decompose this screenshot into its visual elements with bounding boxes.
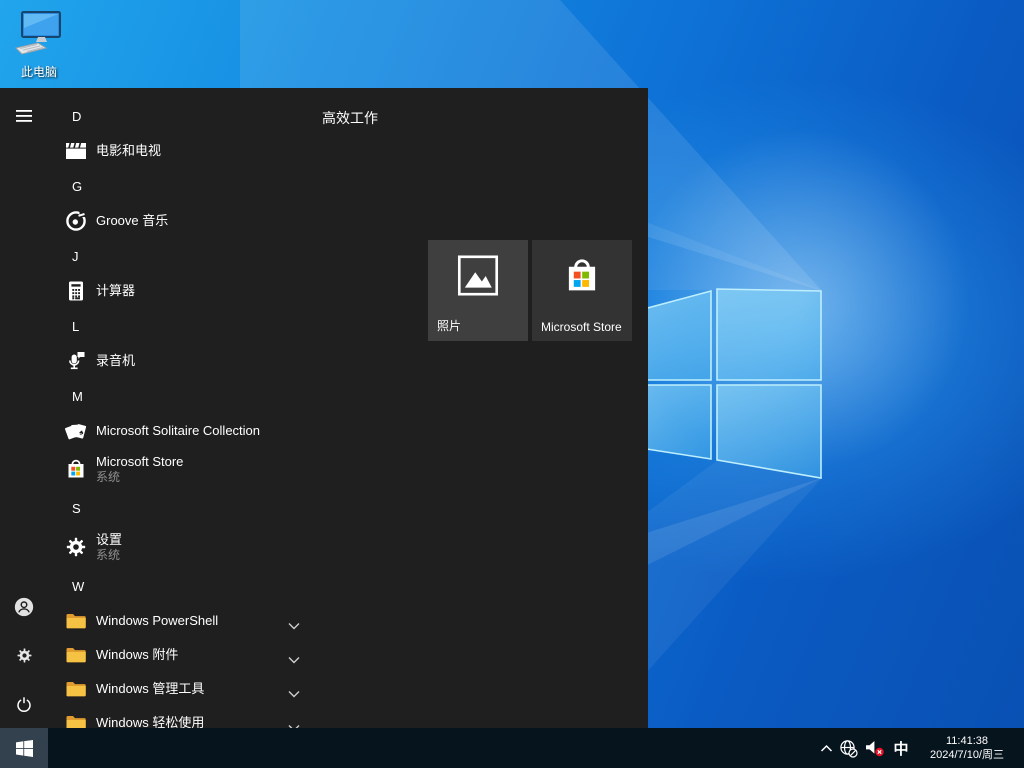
gear-icon xyxy=(15,646,34,665)
volume-button[interactable] xyxy=(861,728,888,768)
folder-icon xyxy=(64,643,88,667)
app-list: D 电影和电视 G Groove 音乐 J 计算器 L 录音机 M ♠ Microsoft… xyxy=(48,98,420,728)
app-list-letter-j[interactable]: J xyxy=(48,238,420,274)
letter-header-label: G xyxy=(72,179,82,194)
power-button[interactable] xyxy=(0,684,48,724)
chevron-down-icon xyxy=(288,656,300,664)
voice-recorder-icon xyxy=(64,349,88,373)
letter-header-label: J xyxy=(72,249,79,264)
app-list-item-voice-recorder[interactable]: 录音机 xyxy=(48,344,420,378)
tray-expand-button[interactable] xyxy=(816,728,836,768)
taskbar: 中 11:41:38 2024/7/10/周三 xyxy=(0,728,1024,768)
clock[interactable]: 11:41:38 2024/7/10/周三 xyxy=(914,728,1020,768)
tile-photos[interactable]: 照片 xyxy=(428,240,528,341)
app-list-item-settings[interactable]: 设置系统 xyxy=(48,526,420,568)
app-list-item-calculator[interactable]: 计算器 xyxy=(48,274,420,308)
clock-date: 2024/7/10/周三 xyxy=(930,748,1004,762)
chevron-up-icon xyxy=(820,744,833,753)
expand-menu-button[interactable] xyxy=(0,96,48,136)
app-list-letter-s[interactable]: S xyxy=(48,490,420,526)
app-item-label: Microsoft Store xyxy=(96,454,183,470)
folder-expand-button[interactable] xyxy=(288,617,300,625)
tile-microsoft-store[interactable]: Microsoft Store xyxy=(532,240,632,341)
windows-logo-icon xyxy=(16,740,33,757)
this-pc-icon xyxy=(14,10,64,56)
desktop-icon-label: 此电脑 xyxy=(8,63,70,80)
app-list-folder-windows-powershell[interactable]: Windows PowerShell xyxy=(48,604,420,638)
app-item-label: Groove 音乐 xyxy=(96,213,168,229)
app-item-sublabel: 系统 xyxy=(96,470,183,484)
calculator-icon xyxy=(64,279,88,303)
app-item-label: 设置 xyxy=(96,532,122,548)
desktop-icon-this-pc[interactable]: 此电脑 xyxy=(8,10,70,80)
chevron-down-icon xyxy=(288,622,300,630)
app-list-letter-m[interactable]: M xyxy=(48,378,420,414)
groove-music-icon xyxy=(64,209,88,233)
hamburger-icon xyxy=(16,110,32,122)
store-icon xyxy=(64,457,88,481)
app-list-folder-windows-accessories[interactable]: Windows 附件 xyxy=(48,638,420,672)
network-status-button[interactable] xyxy=(836,728,861,768)
app-list-letter-w[interactable]: W xyxy=(48,568,420,604)
folder-icon xyxy=(64,711,88,728)
letter-header-label: D xyxy=(72,109,81,124)
user-icon xyxy=(13,596,35,618)
app-list-letter-g[interactable]: G xyxy=(48,168,420,204)
folder-icon xyxy=(64,609,88,633)
clock-time: 11:41:38 xyxy=(930,734,1004,748)
photos-icon xyxy=(456,254,500,298)
store-icon xyxy=(561,255,603,297)
letter-header-label: L xyxy=(72,319,79,334)
system-tray: 中 11:41:38 2024/7/10/周三 xyxy=(816,728,1024,768)
letter-header-label: S xyxy=(72,501,81,516)
app-item-label: Microsoft Solitaire Collection xyxy=(96,423,260,439)
app-list-item-solitaire-collection[interactable]: ♠ Microsoft Solitaire Collection xyxy=(48,414,420,448)
rail-settings-button[interactable] xyxy=(0,635,48,675)
app-item-sublabel: 系统 xyxy=(96,548,122,562)
start-menu-rail xyxy=(0,88,48,728)
settings-icon xyxy=(64,535,88,559)
app-list-folder-windows-admin-tools[interactable]: Windows 管理工具 xyxy=(48,672,420,706)
app-item-label: 录音机 xyxy=(96,353,135,369)
tile-label: 照片 xyxy=(437,317,461,334)
start-button[interactable] xyxy=(0,728,48,768)
letter-header-label: M xyxy=(72,389,83,404)
network-no-internet-icon xyxy=(839,739,858,758)
app-item-label: Windows 管理工具 xyxy=(96,681,204,697)
user-account-button[interactable] xyxy=(0,587,48,627)
app-list-item-microsoft-store[interactable]: Microsoft Store系统 xyxy=(48,448,420,490)
movies-tv-icon xyxy=(64,139,88,163)
screen: 此电脑 xyxy=(0,0,1024,768)
volume-muted-icon xyxy=(865,739,885,757)
app-list-item-movies-tv[interactable]: 电影和电视 xyxy=(48,134,420,168)
start-menu: D 电影和电视 G Groove 音乐 J 计算器 L 录音机 M ♠ Microsoft… xyxy=(0,88,648,728)
chevron-down-icon xyxy=(288,690,300,698)
ime-indicator[interactable]: 中 xyxy=(888,728,914,768)
app-item-label: Windows PowerShell xyxy=(96,613,218,629)
power-icon xyxy=(14,694,34,714)
folder-expand-button[interactable] xyxy=(288,651,300,659)
tile-label: Microsoft Store xyxy=(541,320,622,334)
app-list-item-groove-music[interactable]: Groove 音乐 xyxy=(48,204,420,238)
tile-group-title: 高效工作 xyxy=(322,108,378,128)
app-list-letter-l[interactable]: L xyxy=(48,308,420,344)
solitaire-icon: ♠ xyxy=(64,419,88,443)
app-item-label: Windows 轻松使用 xyxy=(96,715,204,728)
letter-header-label: W xyxy=(72,579,84,594)
app-list-folder-windows-ease-of-access[interactable]: Windows 轻松使用 xyxy=(48,706,420,728)
app-item-label: 计算器 xyxy=(96,283,135,299)
app-item-label: Windows 附件 xyxy=(96,647,178,663)
app-item-label: 电影和电视 xyxy=(96,143,161,159)
folder-icon xyxy=(64,677,88,701)
folder-expand-button[interactable] xyxy=(288,685,300,693)
folder-expand-button[interactable] xyxy=(288,719,300,727)
